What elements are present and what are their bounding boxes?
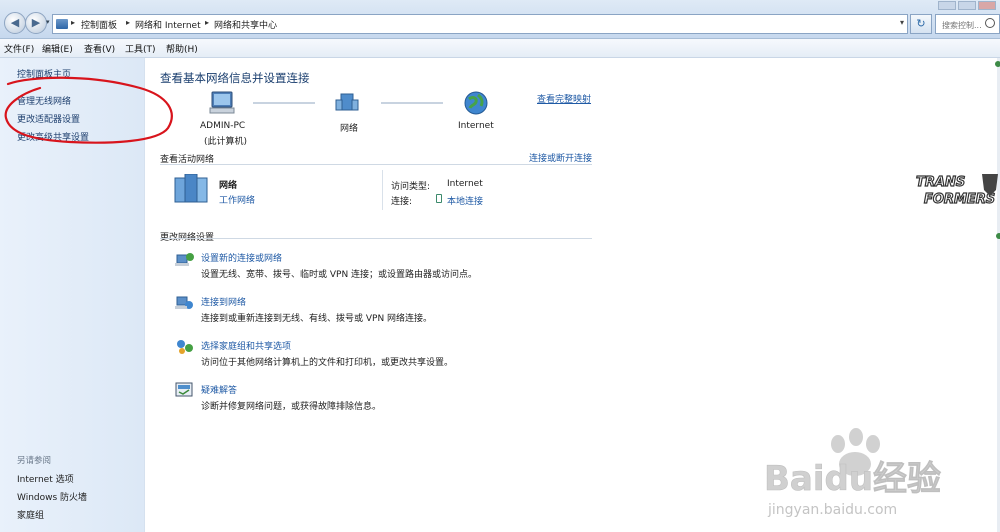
address-bar[interactable]: ▸ 控制面板 ▸ 网络和 Internet ▸ 网络和共享中心 ▾: [52, 14, 908, 34]
svg-text:FORMERS: FORMERS: [924, 192, 995, 207]
computer-subtitle: (此计算机): [204, 137, 248, 147]
breadcrumb-separator-icon[interactable]: ▸: [205, 18, 209, 27]
vertical-divider: [382, 170, 383, 210]
navigation-bar: ◀ ▶ ▾ ▸ 控制面板 ▸ 网络和 Internet ▸ 网络和共享中心 ▾ …: [0, 0, 1000, 39]
link-advanced-sharing-settings[interactable]: 更改高级共享设置: [17, 130, 89, 143]
local-connection-link[interactable]: 本地连接: [447, 194, 483, 207]
forward-button[interactable]: ▶: [25, 12, 47, 34]
troubleshoot-icon[interactable]: [175, 381, 195, 399]
minimize-button[interactable]: [938, 1, 956, 10]
breadcrumb-network-sharing-center[interactable]: 网络和共享中心: [214, 18, 277, 31]
search-box[interactable]: [935, 14, 1000, 34]
section-divider: [160, 238, 592, 239]
change-settings-heading: 更改网络设置: [160, 233, 215, 243]
see-also-heading: 另请参阅: [17, 456, 52, 466]
connect-network-icon[interactable]: [175, 293, 195, 311]
menu-edit[interactable]: 编辑(E): [42, 42, 73, 55]
main-content: 查看基本网络信息并设置连接 查看完整映射 ADMIN-PC (此计算机) 网络 …: [145, 58, 1000, 532]
link-homegroup[interactable]: 家庭组: [17, 508, 44, 521]
svg-text:TRANS: TRANS: [916, 175, 965, 190]
search-input[interactable]: [940, 16, 992, 34]
transformers-logo: TRANS FORMERS: [915, 174, 998, 208]
task-homegroup-link[interactable]: 选择家庭组和共享选项: [201, 339, 291, 352]
task-troubleshoot-desc: 诊断并修复网络问题，或获得故障排除信息。: [201, 402, 382, 412]
network-label[interactable]: 网络: [340, 121, 358, 134]
page-title: 查看基本网络信息并设置连接: [160, 71, 310, 85]
back-button[interactable]: ◀: [4, 12, 26, 34]
task-connect-network-link[interactable]: 连接到网络: [201, 295, 246, 308]
link-manage-wireless-networks[interactable]: 管理无线网络: [17, 94, 71, 107]
access-type-label: 访问类型:: [391, 182, 431, 192]
address-dropdown-icon[interactable]: ▾: [900, 18, 904, 27]
back-arrow-icon: ◀: [10, 16, 20, 29]
internet-globe-icon: [464, 91, 488, 115]
refresh-button[interactable]: ↻: [910, 14, 932, 34]
internet-label[interactable]: Internet: [458, 121, 494, 131]
task-setup-connection-desc: 设置无线、宽带、拨号、临时或 VPN 连接；或设置路由器或访问点。: [201, 270, 478, 280]
map-connector-line: [381, 102, 443, 104]
link-change-adapter-settings[interactable]: 更改适配器设置: [17, 112, 80, 125]
network-icon: [335, 93, 359, 111]
search-icon[interactable]: [985, 18, 995, 28]
close-button[interactable]: [978, 1, 996, 10]
link-windows-firewall[interactable]: Windows 防火墙: [17, 490, 87, 503]
view-full-map-link[interactable]: 查看完整映射: [537, 92, 591, 105]
link-internet-options[interactable]: Internet 选项: [17, 472, 74, 485]
task-setup-connection-link[interactable]: 设置新的连接或网络: [201, 251, 282, 264]
access-type-value: Internet: [447, 179, 483, 189]
right-edge-strip: [995, 58, 1000, 532]
menu-bar: 文件(F) 编辑(E) 查看(V) 工具(T) 帮助(H): [0, 39, 1000, 58]
forward-arrow-icon: ▶: [31, 16, 41, 29]
maximize-button[interactable]: [958, 1, 976, 10]
left-navigation-pane: 控制面板主页 管理无线网络 更改适配器设置 更改高级共享设置 另请参阅 Inte…: [0, 58, 145, 532]
task-homegroup-desc: 访问位于其他网络计算机上的文件和打印机，或更改共享设置。: [201, 358, 454, 368]
computer-icon: [209, 91, 235, 114]
local-connection-icon: [436, 194, 442, 203]
network-location-icon[interactable]: [173, 174, 209, 204]
breadcrumb-separator-icon[interactable]: ▸: [126, 18, 130, 27]
menu-tools[interactable]: 工具(T): [125, 42, 156, 55]
connection-label: 连接:: [391, 197, 413, 207]
menu-view[interactable]: 查看(V): [84, 42, 115, 55]
section-divider: [160, 164, 592, 165]
connect-disconnect-link[interactable]: 连接或断开连接: [529, 151, 592, 164]
computer-name: ADMIN-PC: [200, 121, 246, 131]
active-network-name: 网络: [219, 181, 238, 191]
menu-help[interactable]: 帮助(H): [166, 42, 198, 55]
breadcrumb-separator-icon[interactable]: ▸: [71, 18, 75, 27]
network-type-link[interactable]: 工作网络: [219, 193, 255, 206]
breadcrumb-control-panel[interactable]: 控制面板: [81, 18, 117, 31]
window-controls: [930, 0, 1000, 12]
map-connector-line: [253, 102, 315, 104]
menu-file[interactable]: 文件(F): [4, 42, 34, 55]
link-control-panel-home[interactable]: 控制面板主页: [17, 67, 71, 80]
control-panel-icon: [56, 19, 68, 29]
task-troubleshoot-link[interactable]: 疑难解答: [201, 383, 237, 396]
task-connect-network-desc: 连接到或重新连接到无线、有线、拨号或 VPN 网络连接。: [201, 314, 433, 324]
homegroup-icon[interactable]: [175, 337, 195, 355]
setup-connection-icon[interactable]: [175, 249, 195, 267]
refresh-icon: ↻: [916, 17, 926, 30]
breadcrumb-network-internet[interactable]: 网络和 Internet: [135, 18, 201, 31]
